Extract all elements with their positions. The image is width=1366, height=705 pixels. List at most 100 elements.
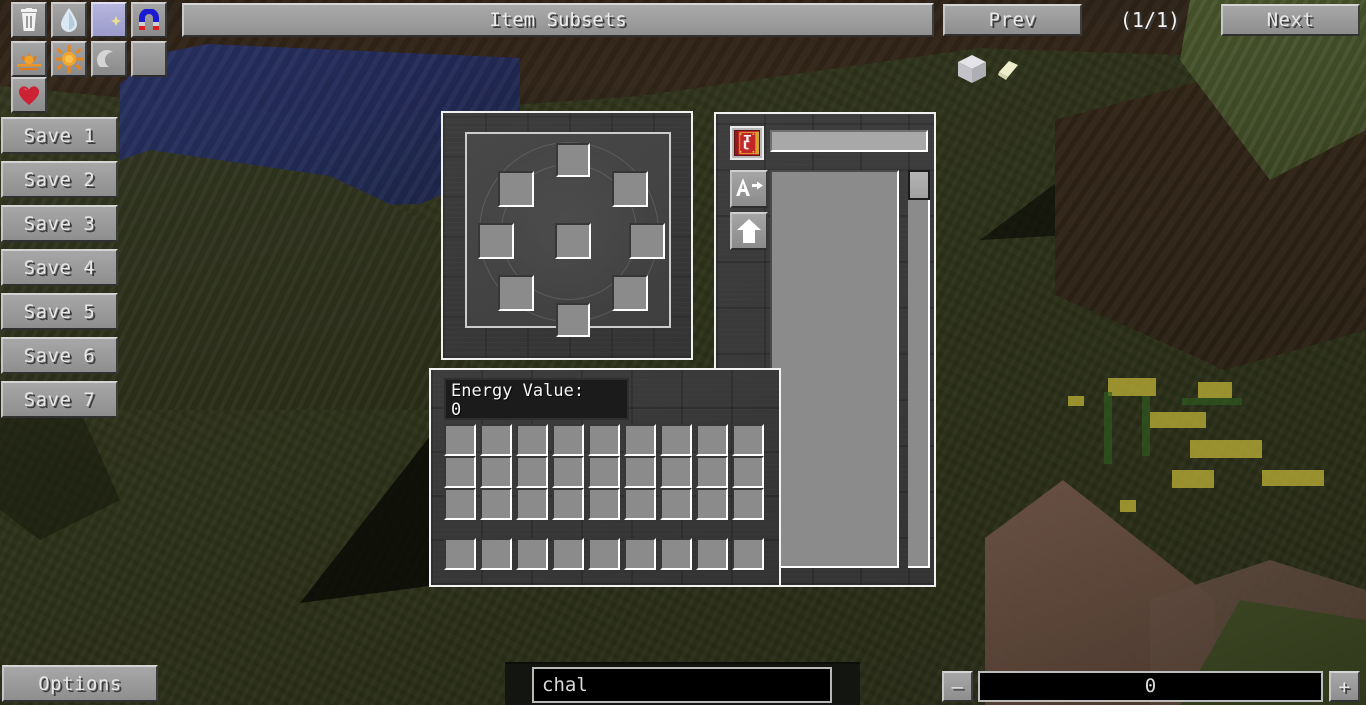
hotbar-slot-6[interactable] bbox=[660, 538, 692, 570]
hotbar-slot-8[interactable] bbox=[732, 538, 764, 570]
altar-slot-2[interactable] bbox=[612, 171, 648, 207]
sort-alphabetical-icon[interactable] bbox=[730, 170, 768, 208]
inventory-slot-24[interactable] bbox=[660, 488, 692, 520]
inventory-slot-0[interactable] bbox=[444, 424, 476, 456]
inventory-slot-13[interactable] bbox=[588, 456, 620, 488]
inventory-slot-4[interactable] bbox=[588, 424, 620, 456]
flower-patch bbox=[1262, 470, 1324, 486]
sunset-icon[interactable] bbox=[11, 41, 47, 77]
increase-amount-button[interactable]: + bbox=[1329, 671, 1360, 702]
book-art bbox=[734, 130, 760, 156]
trash-icon[interactable] bbox=[11, 2, 47, 38]
flower-patch bbox=[1068, 396, 1084, 406]
hotbar-slot-1[interactable] bbox=[480, 538, 512, 570]
inventory-slot-3[interactable] bbox=[552, 424, 584, 456]
next-button[interactable]: Next bbox=[1221, 4, 1360, 36]
inventory-slot-15[interactable] bbox=[660, 456, 692, 488]
item-search-input[interactable] bbox=[532, 667, 832, 703]
hotbar-slot-5[interactable] bbox=[624, 538, 656, 570]
inventory-slot-7[interactable] bbox=[696, 424, 728, 456]
list-scrollbar-thumb[interactable] bbox=[908, 170, 930, 200]
save-button-7[interactable]: Save 7 bbox=[1, 381, 118, 418]
item-subsets-button[interactable]: Item Subsets bbox=[182, 3, 934, 37]
options-button[interactable]: Options bbox=[2, 665, 158, 702]
game-screen: Save 1 Save 2 Save 3 Save 4 Save 5 Save … bbox=[0, 0, 1366, 705]
list-scrollbar-track[interactable] bbox=[908, 170, 930, 568]
save-button-5[interactable]: Save 5 bbox=[1, 293, 118, 330]
save-label: Save 6 bbox=[23, 344, 96, 367]
prev-label: Prev bbox=[988, 9, 1037, 31]
player-inventory-window: Energy Value: 0 bbox=[429, 368, 781, 587]
inventory-slot-19[interactable] bbox=[480, 488, 512, 520]
search-bar-background bbox=[505, 662, 860, 705]
inventory-slot-6[interactable] bbox=[660, 424, 692, 456]
inventory-slot-1[interactable] bbox=[480, 424, 512, 456]
save-button-1[interactable]: Save 1 bbox=[1, 117, 118, 154]
energy-value-amount: 0 bbox=[451, 400, 462, 420]
inventory-slot-2[interactable] bbox=[516, 424, 548, 456]
save-button-6[interactable]: Save 6 bbox=[1, 337, 118, 374]
inventory-slot-23[interactable] bbox=[624, 488, 656, 520]
amount-value-field[interactable]: 0 bbox=[978, 671, 1323, 702]
next-label: Next bbox=[1266, 9, 1315, 31]
save-label: Save 4 bbox=[23, 256, 96, 279]
inventory-slot-9[interactable] bbox=[444, 456, 476, 488]
inventory-slot-20[interactable] bbox=[516, 488, 548, 520]
altar-slot-3[interactable] bbox=[478, 223, 514, 259]
hotbar-slot-4[interactable] bbox=[588, 538, 620, 570]
inventory-slot-26[interactable] bbox=[732, 488, 764, 520]
item-subsets-label: Item Subsets bbox=[489, 9, 627, 31]
inventory-slot-5[interactable] bbox=[624, 424, 656, 456]
transmutation-item-list[interactable] bbox=[770, 170, 899, 568]
altar-slot-5[interactable] bbox=[629, 223, 665, 259]
inventory-slot-17[interactable] bbox=[732, 456, 764, 488]
moon-rise-icon[interactable] bbox=[91, 41, 127, 77]
save-button-2[interactable]: Save 2 bbox=[1, 161, 118, 198]
save-button-3[interactable]: Save 3 bbox=[1, 205, 118, 242]
inventory-main-grid bbox=[444, 424, 768, 520]
page-indicator: (1/1) bbox=[1119, 8, 1181, 32]
save-button-4[interactable]: Save 4 bbox=[1, 249, 118, 286]
prev-button[interactable]: Prev bbox=[943, 4, 1082, 36]
list-search-strip[interactable] bbox=[770, 130, 928, 152]
save-label: Save 2 bbox=[23, 168, 96, 191]
altar-slot-1[interactable] bbox=[498, 171, 534, 207]
guide-book-icon[interactable] bbox=[730, 126, 764, 160]
altar-slot-7[interactable] bbox=[612, 275, 648, 311]
hotbar-slot-2[interactable] bbox=[516, 538, 548, 570]
inventory-slot-18[interactable] bbox=[444, 488, 476, 520]
magnet-icon[interactable] bbox=[131, 2, 167, 38]
heart-icon[interactable] bbox=[11, 77, 47, 113]
altar-slot-4[interactable] bbox=[555, 223, 591, 259]
save-label: Save 1 bbox=[23, 124, 96, 147]
hotbar-slot-3[interactable] bbox=[552, 538, 584, 570]
moon-star-icon[interactable] bbox=[91, 2, 127, 38]
inventory-slot-16[interactable] bbox=[696, 456, 728, 488]
hotbar-slot-0[interactable] bbox=[444, 538, 476, 570]
inventory-slot-10[interactable] bbox=[480, 456, 512, 488]
altar-slot-8[interactable] bbox=[556, 303, 590, 337]
energy-value-label: Energy Value: bbox=[451, 381, 585, 401]
inventory-slot-14[interactable] bbox=[624, 456, 656, 488]
energy-value-tooltip: Energy Value: 0 bbox=[444, 378, 629, 420]
altar-slot-0[interactable] bbox=[556, 143, 590, 177]
inventory-slot-12[interactable] bbox=[552, 456, 584, 488]
inventory-slot-22[interactable] bbox=[588, 488, 620, 520]
hotbar-slot-7[interactable] bbox=[696, 538, 728, 570]
flower-patch bbox=[1150, 412, 1206, 428]
flower-patch bbox=[1190, 440, 1262, 458]
inventory-slot-11[interactable] bbox=[516, 456, 548, 488]
inventory-slot-8[interactable] bbox=[732, 424, 764, 456]
moon-icon[interactable] bbox=[131, 41, 167, 77]
decrease-amount-button[interactable]: – bbox=[942, 671, 973, 702]
flower-patch bbox=[1198, 382, 1232, 398]
plus-label: + bbox=[1338, 675, 1351, 698]
flower-stem bbox=[1104, 392, 1112, 464]
water-drop-icon[interactable] bbox=[51, 2, 87, 38]
inventory-slot-25[interactable] bbox=[696, 488, 728, 520]
scroll-up-arrow-icon[interactable] bbox=[730, 212, 768, 250]
inventory-slot-21[interactable] bbox=[552, 488, 584, 520]
sun-icon[interactable] bbox=[51, 41, 87, 77]
altar-slot-6[interactable] bbox=[498, 275, 534, 311]
flower-stem bbox=[1142, 396, 1150, 456]
